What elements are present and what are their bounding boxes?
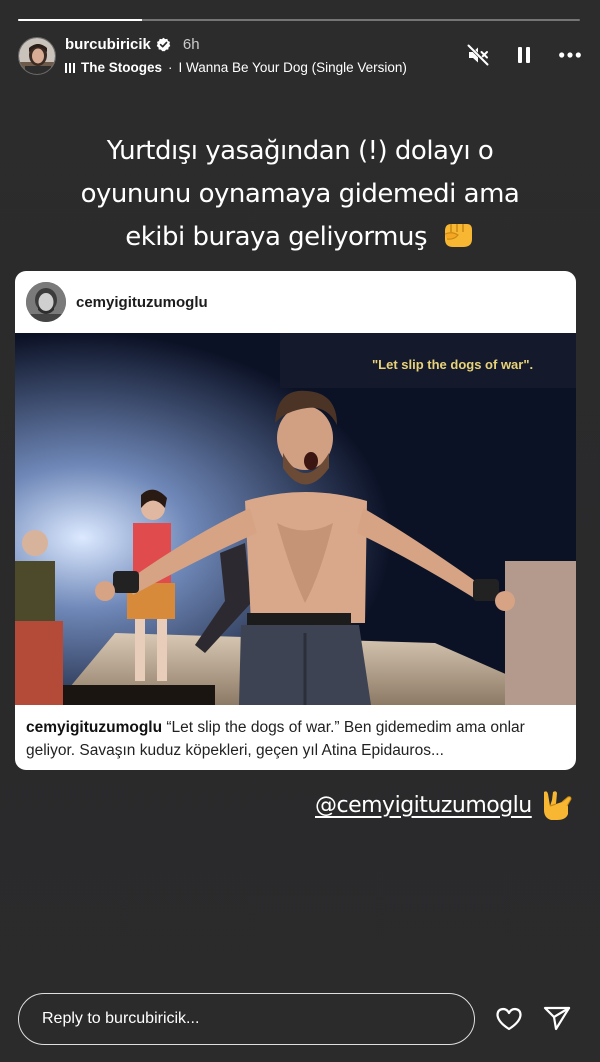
caption-line-3-wrapper: ekibi buraya geliyormuş <box>60 216 540 259</box>
music-artist: The Stooges <box>81 60 163 75</box>
avatar[interactable] <box>18 37 56 75</box>
more-icon[interactable] <box>558 43 582 67</box>
music-separator: · <box>168 60 173 75</box>
shared-post-card[interactable]: cemyigituzumoglu "Let slip the dogs of w… <box>15 271 576 770</box>
fist-emoji <box>444 224 472 247</box>
rock-hand-emoji <box>543 791 572 820</box>
caption-line-1: Yurtdışı yasağından (!) dolayı o <box>106 136 494 166</box>
reply-placeholder: Reply to burcubiricik... <box>42 1010 200 1027</box>
story-progress-fill <box>18 19 142 21</box>
music-bars-icon <box>65 62 75 73</box>
reply-input[interactable]: Reply to burcubiricik... <box>18 993 475 1045</box>
heart-icon[interactable] <box>494 1004 524 1034</box>
mute-icon[interactable] <box>466 43 490 67</box>
verified-badge-icon <box>156 37 171 52</box>
post-time: 6h <box>182 36 200 53</box>
music-info[interactable]: The Stooges · I Wanna Be Your Dog (Singl… <box>65 60 407 75</box>
username[interactable]: burcubiricik <box>65 36 151 53</box>
caption-line-2: oyununu oynamaya gidemedi ama <box>80 179 520 209</box>
story-view[interactable]: burcubiricik 6h The Stooges · I Wanna Be… <box>0 0 600 1062</box>
mention-sticker[interactable]: @cemyigituzumoglu <box>315 788 574 822</box>
story-caption: Yurtdışı yasağından (!) dolayı o oyununu… <box>60 130 540 259</box>
story-progress-bar <box>18 19 580 21</box>
pause-icon[interactable] <box>512 43 536 67</box>
story-header: burcubiricik 6h The Stooges · I Wanna Be… <box>18 33 582 79</box>
post-avatar[interactable] <box>26 282 66 322</box>
caption-line-3: ekibi buraya geliyormuş <box>125 222 428 252</box>
post-photo[interactable]: "Let slip the dogs of war". <box>15 333 576 705</box>
user-line: burcubiricik 6h <box>65 36 200 53</box>
photo-screen-text: "Let slip the dogs of war". <box>372 357 533 372</box>
post-username[interactable]: cemyigituzumoglu <box>76 294 208 311</box>
mention-text[interactable]: @cemyigituzumoglu <box>315 793 532 818</box>
story-controls <box>466 43 582 67</box>
post-caption-user[interactable]: cemyigituzumoglu <box>26 719 162 736</box>
post-caption[interactable]: cemyigituzumoglu “Let slip the dogs of w… <box>26 716 571 762</box>
send-icon[interactable] <box>542 1003 572 1033</box>
post-header[interactable]: cemyigituzumoglu <box>15 271 576 333</box>
music-title: I Wanna Be Your Dog (Single Version) <box>178 60 407 75</box>
